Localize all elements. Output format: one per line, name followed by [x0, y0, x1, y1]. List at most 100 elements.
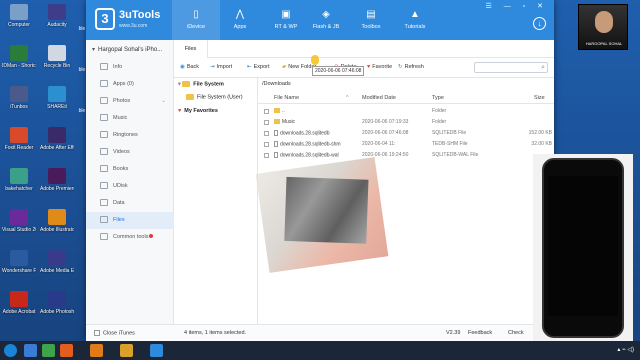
notification-dot [149, 234, 154, 238]
desktop-icon[interactable]: Computer [2, 4, 36, 28]
window-controls[interactable]: ☰ — ▫ ✕ [486, 2, 548, 10]
desktop-icon-label: Recycle Bin [43, 63, 71, 69]
desktop-icon-label: bakehatcher [5, 186, 33, 192]
desktop-icon[interactable]: Adobe Acrobat [2, 291, 36, 315]
export-label: Export [253, 64, 270, 70]
table-row[interactable]: Music 2020-06-06 07:19:33 Folder [258, 117, 554, 128]
back-button[interactable]: ◉ Back [180, 64, 199, 70]
3utools-taskbar-icon[interactable] [150, 344, 163, 357]
table-row[interactable]: downloads.28.sqlitedb-shm 2020-06-04 11: T… [258, 139, 554, 150]
sidebar-item-apps[interactable]: Apps (0) [86, 76, 174, 93]
sidebar-item-videos[interactable]: Videos [86, 144, 174, 161]
new-folder-icon: ▰ [282, 64, 287, 70]
nav-flash-jb[interactable]: ◈ Flash & JB [302, 0, 350, 40]
tree-my-favorites[interactable]: ♥ My Favorites [178, 108, 218, 114]
column-type[interactable]: Type [432, 95, 444, 101]
close-itunes-checkbox[interactable]: Close iTunes [94, 330, 135, 336]
file-name: downloads.28.sqlitedb-shm [280, 141, 341, 148]
sidebar-item-label: UDisk [113, 183, 128, 189]
sidebar-item-data[interactable]: Data [86, 195, 174, 212]
favorite-button[interactable]: ♥ Favorite [367, 64, 392, 70]
sidebar-item-books[interactable]: Books [86, 161, 174, 178]
toolbox-icon: ▤ [366, 9, 376, 20]
search-input[interactable]: ⌕ [474, 62, 548, 73]
check-link[interactable]: Check [508, 330, 524, 336]
tree-label: My Favorites [184, 108, 218, 114]
heart-icon: ♥ [367, 64, 371, 70]
row-checkbox[interactable] [264, 142, 269, 147]
disk-icon [100, 182, 108, 190]
nav-toolbox[interactable]: ▤ Toolbox [347, 0, 395, 40]
person-photo [595, 11, 613, 33]
tree-label: File System (User) [197, 94, 243, 101]
nav-idevice[interactable]: ▯ iDevice [172, 0, 220, 40]
sidebar-item-photos[interactable]: Photos ⌄ [86, 93, 174, 110]
desktop-icon[interactable]: Adobe Media Encoder CC [40, 250, 74, 274]
desktop-icon[interactable]: Adobe Premiere Pro [40, 168, 74, 192]
modified-cell: 2020-06-04 11: [362, 141, 396, 147]
nav-apps[interactable]: ⋀ Apps [216, 0, 264, 40]
sidebar-item-music[interactable]: Music [86, 110, 174, 127]
row-checkbox[interactable] [264, 153, 269, 158]
desktop-icon[interactable]: bakehatcher [2, 168, 36, 192]
tree-label: File System [193, 81, 224, 88]
sidebar-item-files[interactable]: Files [86, 212, 174, 229]
app-shortcut-icon [48, 168, 66, 184]
app-shortcut-icon [10, 209, 28, 225]
logo-icon: 3 [95, 8, 115, 30]
table-row[interactable]: downloads.28.sqlitedb 2020-06-06 07:46:08… [258, 128, 554, 139]
tree-file-system[interactable]: ▾ File System [178, 81, 224, 87]
folder-icon [100, 216, 108, 224]
row-checkbox[interactable] [264, 120, 269, 125]
sidebar-item-ringtones[interactable]: Ringtones [86, 127, 174, 144]
desktop-icon[interactable]: Adobe Photoshop [40, 291, 74, 315]
app-shortcut-icon [10, 127, 28, 143]
nav-tutorials[interactable]: ▲ Tutorials [391, 0, 439, 40]
desktop-icon[interactable]: Wondershare Filmora [2, 250, 36, 274]
column-modified-date[interactable]: Modified Date [362, 95, 396, 101]
start-button[interactable] [4, 344, 17, 357]
desktop-icon[interactable]: iTunbos [2, 86, 36, 110]
desktop-icon[interactable]: Adobe After Effects CC [40, 127, 74, 151]
app-icon[interactable] [120, 344, 133, 357]
explorer-icon[interactable] [24, 344, 37, 357]
row-checkbox[interactable] [264, 131, 269, 136]
download-icon[interactable]: ↓ [533, 17, 546, 30]
desktop-icon[interactable]: SHAREit [40, 86, 74, 110]
file-icon [274, 152, 278, 158]
app-icon[interactable] [90, 344, 103, 357]
column-size[interactable]: Size [534, 95, 545, 101]
table-row[interactable]: .. Folder [258, 106, 554, 117]
shield-icon: ◈ [322, 9, 330, 20]
file-name: downloads.28.sqlitedb-wal [280, 152, 339, 159]
table-row[interactable]: downloads.28.sqlitedb-wal 2020-06-06 19:2… [258, 150, 554, 161]
nav-label: Flash & JB [312, 24, 340, 30]
webcam-overlay: HARGOPAL SOHAL [578, 4, 628, 50]
desktop-icon[interactable]: IDMan - Shortcut [2, 45, 36, 69]
device-header[interactable]: ▾ Hargopal Sohal's iPho... [92, 46, 162, 53]
desktop-icon-label: Visual Studio 2017 [2, 227, 36, 233]
chrome-icon[interactable] [42, 344, 55, 357]
sidebar-item-common-tools[interactable]: Common tools [86, 229, 174, 246]
chevron-down-icon: ⌄ [161, 98, 166, 104]
desktop-icon[interactable]: Recycle Bin [40, 45, 74, 69]
export-button[interactable]: ⇤ Export [247, 64, 270, 70]
sidebar-item-udisk[interactable]: UDisk [86, 178, 174, 195]
desktop-icon[interactable]: Adobe Illustrator [40, 209, 74, 233]
feedback-link[interactable]: Feedback [468, 330, 492, 336]
import-button[interactable]: ⇥ Import [210, 64, 232, 70]
firefox-icon[interactable] [60, 344, 73, 357]
column-file-name[interactable]: File Name [274, 95, 299, 101]
tab-files[interactable]: Files [174, 40, 208, 58]
tree-file-system-user[interactable]: File System (User) [186, 94, 243, 100]
apps-count: (0) [127, 81, 134, 87]
desktop-icon[interactable]: Foxit Reader [2, 127, 36, 151]
desktop-icon[interactable]: Audacity [40, 4, 74, 28]
desktop-icon[interactable]: Visual Studio 2017 [2, 209, 36, 233]
row-checkbox[interactable] [264, 109, 269, 114]
type-cell: Folder [432, 119, 447, 125]
apps-icon: ⋀ [235, 9, 245, 20]
app-shortcut-icon [48, 209, 66, 225]
sidebar-item-info[interactable]: Info [86, 59, 174, 76]
refresh-button[interactable]: ↻ Refresh [398, 64, 424, 70]
